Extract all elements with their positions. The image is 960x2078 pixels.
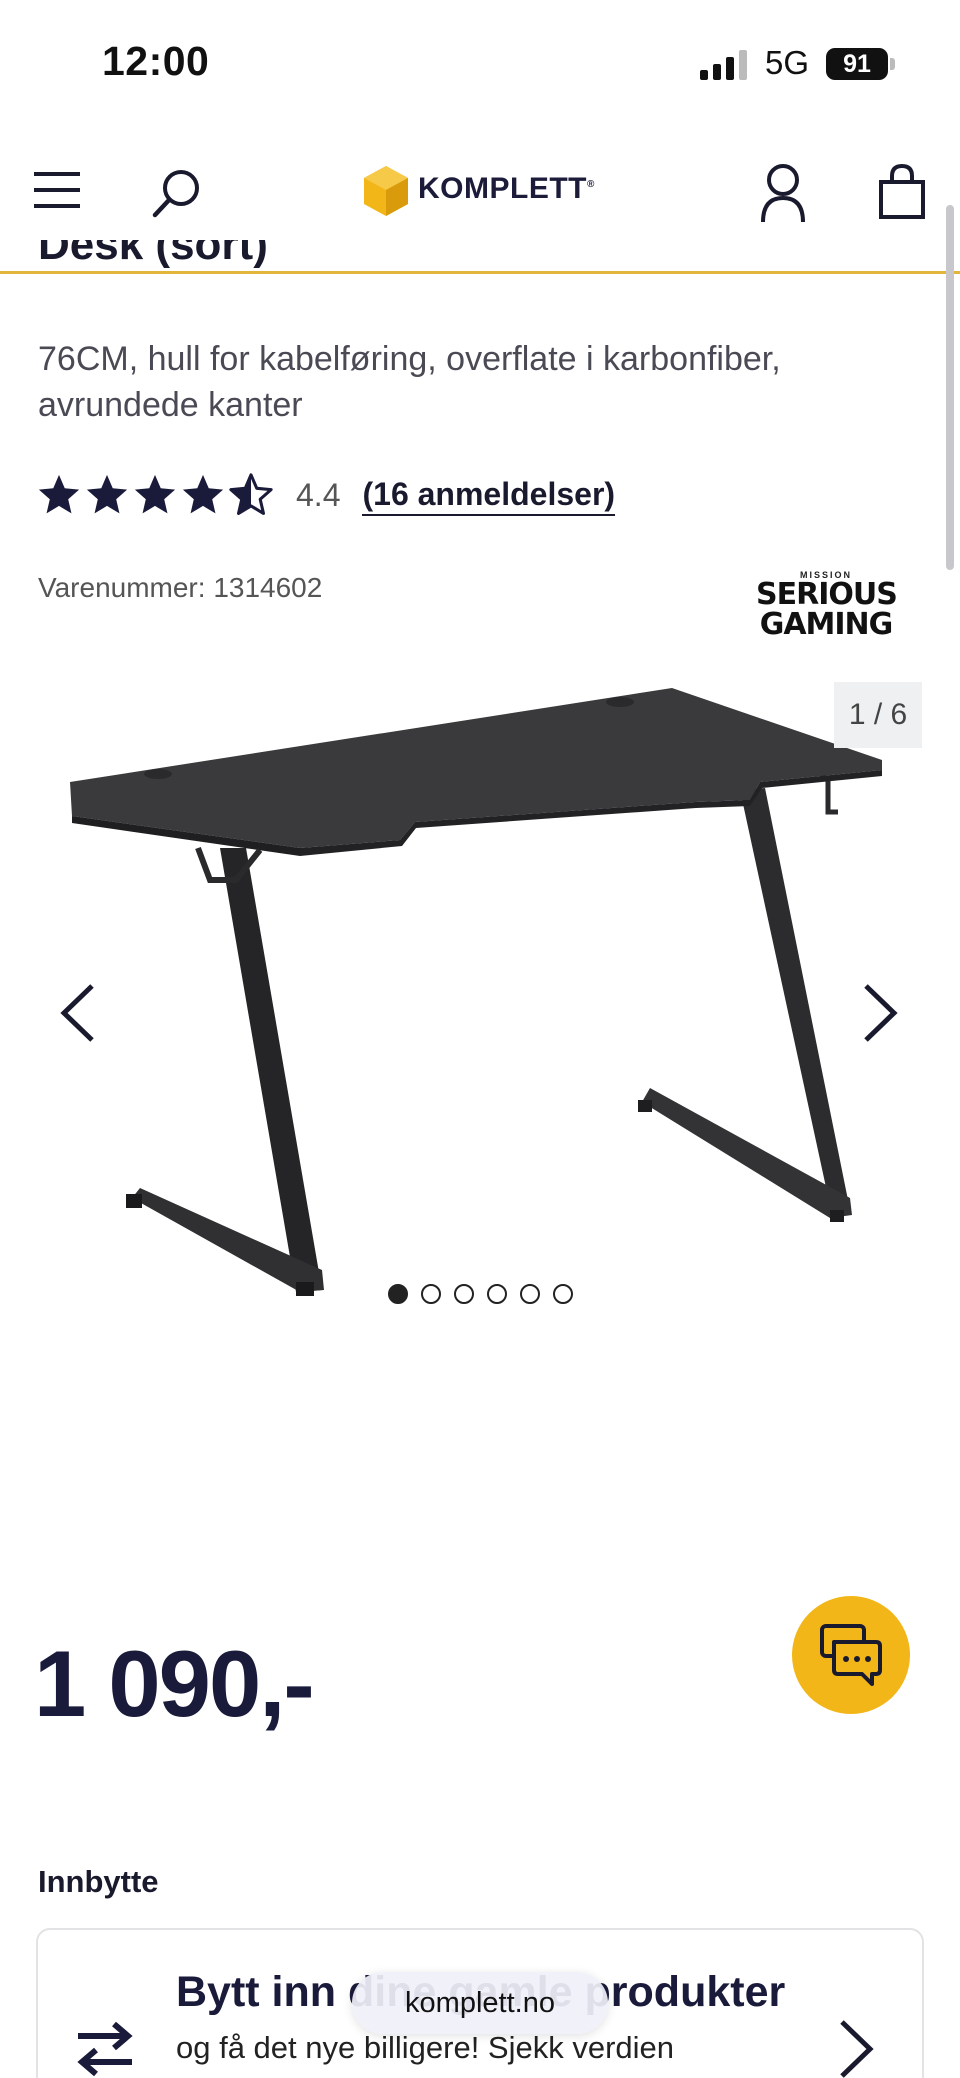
brand-logo[interactable]: MISSION SERIOUS GAMING (756, 570, 898, 642)
logo-text: KOMPLETT® (418, 172, 595, 205)
gallery-dot[interactable] (388, 1284, 408, 1304)
search-icon[interactable] (150, 166, 204, 220)
cart-icon[interactable] (878, 164, 926, 220)
menu-icon[interactable] (34, 170, 84, 210)
rating-row: 4.4 (16 anmeldelser) (36, 470, 616, 520)
trade-in-subtitle: og få det nye billigere! Sjekk verdien (176, 2030, 675, 2065)
status-time: 12:00 (102, 38, 210, 84)
star-full-icon (134, 474, 176, 514)
battery-icon: 91 (826, 48, 888, 80)
sku-number: Varenummer: 1314602 (38, 572, 323, 603)
gallery-dot[interactable] (454, 1284, 474, 1304)
page-scrollbar[interactable] (946, 205, 954, 570)
gallery-dots (388, 1284, 573, 1304)
gallery-dot[interactable] (553, 1284, 573, 1304)
gallery-dot[interactable] (421, 1284, 441, 1304)
image-counter: 1 / 6 (834, 682, 922, 748)
swap-arrows-icon (77, 2021, 133, 2077)
star-full-icon (86, 474, 128, 514)
battery-tip (890, 58, 895, 70)
account-icon[interactable] (760, 162, 806, 224)
product-image[interactable] (60, 670, 900, 1330)
gallery-dot[interactable] (520, 1284, 540, 1304)
network-label: 5G (765, 44, 810, 81)
gallery-dot[interactable] (487, 1284, 507, 1304)
status-bar: 12:00 5G 91 (0, 0, 960, 118)
product-gallery[interactable]: 1 / 6 (0, 670, 960, 1330)
product-subtitle: 76CM, hull for kabelføring, overflate i … (38, 340, 781, 424)
brand-line-2: GAMING (759, 607, 894, 642)
rating-value: 4.4 (296, 476, 341, 513)
signal-icon (700, 50, 747, 80)
chevron-left-icon[interactable] (56, 980, 100, 1046)
chevron-right-icon (840, 2020, 874, 2078)
chevron-right-icon[interactable] (858, 980, 902, 1046)
product-price: 1 090,- (34, 1631, 315, 1736)
brand-line-1: SERIOUS (756, 577, 898, 612)
chat-icon (820, 1624, 882, 1686)
star-half-icon (229, 473, 273, 515)
reviews-link[interactable]: (16 anmeldelser) (362, 474, 616, 516)
browser-url-bar[interactable]: komplett.no (352, 1972, 608, 2034)
trade-in-label: Innbytte (38, 1864, 159, 1899)
logo-mark-icon (364, 166, 408, 216)
product-title: Desk (sort) (38, 240, 268, 269)
chat-button[interactable] (792, 1596, 910, 1714)
komplett-logo[interactable]: KOMPLETT® (362, 164, 594, 220)
rating-stars (36, 472, 274, 518)
star-full-icon (38, 474, 80, 514)
star-full-icon (182, 474, 224, 514)
